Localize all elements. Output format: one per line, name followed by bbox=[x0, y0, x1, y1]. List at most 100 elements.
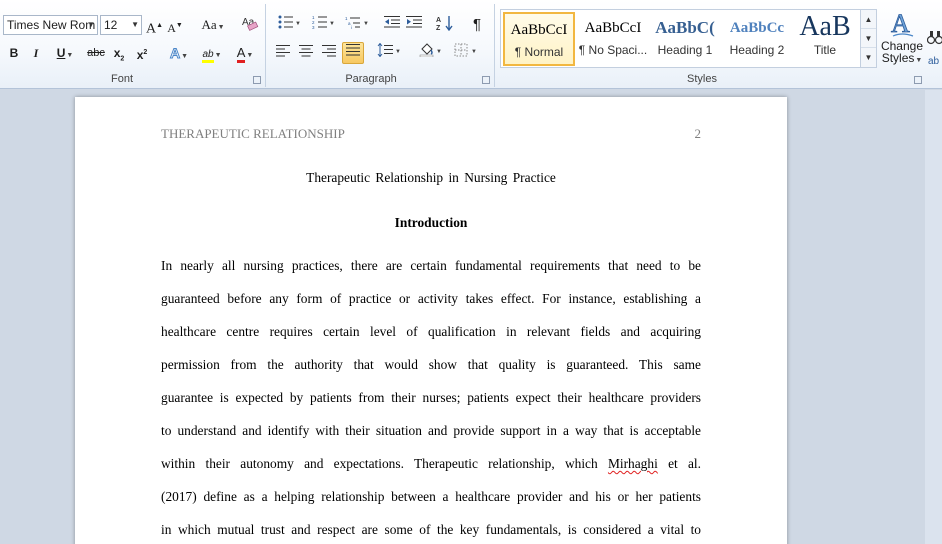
highlight-button[interactable]: ab▼ bbox=[197, 43, 227, 63]
multilevel-list-button[interactable]: 1 a i ▼ bbox=[342, 15, 372, 35]
line-spacing-button[interactable]: ▼ bbox=[375, 42, 403, 63]
italic-button[interactable]: I bbox=[27, 43, 45, 63]
style-name: ¶ Normal bbox=[514, 45, 564, 59]
separator bbox=[494, 4, 495, 87]
superscript-button[interactable]: x2 bbox=[133, 43, 151, 63]
paragraph-line: in which mutual trust and respect are so… bbox=[161, 522, 701, 537]
style-heading-1[interactable]: AaBbC( Heading 1 bbox=[649, 12, 721, 66]
svg-text:▼: ▼ bbox=[295, 21, 300, 27]
change-styles-label: Styles bbox=[881, 51, 915, 65]
spelling-error-word[interactable]: Mirhaghi bbox=[608, 456, 658, 471]
font-color-button[interactable]: A▼ bbox=[231, 43, 259, 63]
document-page[interactable]: THERAPEUTIC RELATIONSHIP 2 Therapeutic R… bbox=[75, 97, 787, 544]
styles-dialog-launcher-icon[interactable] bbox=[914, 76, 922, 84]
ribbon: Times New Rom ▼ 12 ▼ A▲ A▼ Aa▼ Aa B I U▼… bbox=[0, 0, 942, 89]
clear-formatting-icon: Aa bbox=[242, 17, 259, 31]
align-left-button[interactable] bbox=[274, 43, 292, 63]
font-color-icon: A bbox=[236, 45, 246, 63]
style-normal[interactable]: AaBbCcI ¶ Normal bbox=[503, 12, 575, 66]
font-group-label: Font bbox=[110, 73, 133, 85]
gallery-more-icon[interactable]: ▼ bbox=[861, 48, 876, 67]
font-name-value: Times New Rom bbox=[7, 18, 96, 32]
shrink-font-button[interactable]: A▼ bbox=[167, 15, 183, 35]
borders-icon: ▼ bbox=[454, 43, 477, 57]
text-effects-button[interactable]: A▼ bbox=[165, 43, 193, 63]
style-sample: AaBbCcI bbox=[584, 20, 642, 36]
line-spacing-icon: ▼ bbox=[377, 42, 401, 58]
font-size-combo[interactable]: 12 ▼ bbox=[100, 15, 142, 35]
decrease-indent-icon bbox=[384, 16, 400, 28]
vertical-scrollbar[interactable] bbox=[925, 90, 942, 544]
italic-icon: I bbox=[33, 46, 39, 60]
clear-formatting-button[interactable]: Aa bbox=[240, 15, 260, 35]
sort-button[interactable]: AZ bbox=[435, 15, 455, 35]
style-no-spacing[interactable]: AaBbCcI ¶ No Spaci... bbox=[577, 12, 649, 66]
paragraph-line: healthcare centre requires certain level… bbox=[161, 324, 701, 339]
grow-font-icon: A bbox=[146, 21, 157, 37]
replace-icon[interactable]: ab bbox=[927, 52, 942, 68]
align-center-button[interactable] bbox=[297, 43, 315, 63]
change-styles-button[interactable]: A Change Styles▼ bbox=[879, 8, 925, 72]
section-heading: Introduction bbox=[394, 215, 468, 230]
styles-group-label: Styles bbox=[687, 73, 717, 85]
separator bbox=[265, 4, 266, 87]
justify-button[interactable] bbox=[342, 42, 364, 64]
paint-bucket-icon: ▼ bbox=[419, 43, 442, 58]
align-right-button[interactable] bbox=[320, 43, 338, 63]
style-name: Title bbox=[813, 43, 837, 57]
underline-icon: U bbox=[56, 46, 66, 60]
paragraph-line: guaranteed before any form of practice o… bbox=[161, 291, 701, 306]
style-sample: AaBbCcI bbox=[510, 22, 568, 38]
change-case-button[interactable]: Aa▼ bbox=[199, 15, 227, 35]
svg-text:▼: ▼ bbox=[395, 49, 401, 55]
underline-button[interactable]: U▼ bbox=[51, 43, 79, 63]
increase-indent-button[interactable] bbox=[405, 15, 423, 35]
gallery-scroll-down-icon[interactable]: ▼ bbox=[861, 29, 876, 48]
bullets-button[interactable]: ▼ bbox=[274, 15, 304, 35]
paragraph-line: permission from the authority that would… bbox=[161, 357, 701, 372]
numbering-button[interactable]: 1 2 3 ▼ bbox=[308, 15, 338, 35]
paragraph-line: to understand and identify with their si… bbox=[161, 423, 701, 438]
decrease-indent-button[interactable] bbox=[383, 15, 401, 35]
style-sample: AaBbC( bbox=[655, 18, 715, 37]
style-name: Heading 2 bbox=[729, 43, 785, 57]
subscript-button[interactable]: x2 bbox=[110, 43, 128, 63]
gallery-scroll-up-icon[interactable]: ▲ bbox=[861, 10, 876, 29]
svg-text:ab: ab bbox=[928, 56, 940, 67]
shading-button[interactable]: ▼ bbox=[417, 43, 445, 63]
paragraph-line-text: et al. bbox=[668, 456, 701, 471]
subscript-mark: 2 bbox=[120, 55, 125, 63]
paragraph-line: (2017) define as a helping relationship … bbox=[161, 489, 701, 504]
right-edge-tools: ab bbox=[925, 0, 942, 89]
style-title[interactable]: AaB Title bbox=[791, 12, 859, 66]
change-styles-icon: A bbox=[891, 9, 914, 38]
shrink-font-icon: A bbox=[167, 21, 176, 35]
paragraph-line: In nearly all nursing practices, there a… bbox=[161, 258, 701, 273]
borders-button[interactable]: ▼ bbox=[452, 43, 480, 63]
bold-icon: B bbox=[9, 46, 19, 60]
paragraph-group-label: Paragraph bbox=[345, 73, 397, 85]
style-heading-2[interactable]: AaBbCc Heading 2 bbox=[721, 12, 793, 66]
font-dialog-launcher-icon[interactable] bbox=[253, 76, 261, 84]
paragraph-line: guarantee is expected by patients from t… bbox=[161, 390, 701, 405]
grow-font-button[interactable]: A▲ bbox=[146, 15, 163, 37]
font-name-combo[interactable]: Times New Rom ▼ bbox=[3, 15, 98, 35]
style-sample: AaB bbox=[799, 12, 851, 42]
style-sample: AaBbCc bbox=[729, 20, 785, 36]
bold-button[interactable]: B bbox=[5, 43, 23, 63]
show-formatting-marks-button[interactable]: ¶ bbox=[468, 15, 486, 35]
svg-text:A: A bbox=[436, 17, 441, 24]
chevron-down-icon: ▼ bbox=[131, 20, 139, 29]
svg-text:▼: ▼ bbox=[436, 49, 442, 55]
chevron-down-icon: ▼ bbox=[87, 20, 95, 29]
svg-text:▼: ▼ bbox=[363, 21, 369, 27]
strikethrough-button[interactable]: abc bbox=[85, 43, 107, 63]
style-name: ¶ No Spaci... bbox=[578, 43, 648, 57]
running-head: THERAPEUTIC RELATIONSHIP bbox=[161, 126, 345, 141]
svg-text:Z: Z bbox=[436, 25, 441, 31]
text-effects-icon: A bbox=[169, 45, 181, 62]
bullets-icon: ▼ bbox=[278, 15, 301, 29]
binoculars-icon[interactable] bbox=[927, 28, 942, 48]
svg-text:▼: ▼ bbox=[329, 21, 334, 27]
paragraph-dialog-launcher-icon[interactable] bbox=[482, 76, 490, 84]
